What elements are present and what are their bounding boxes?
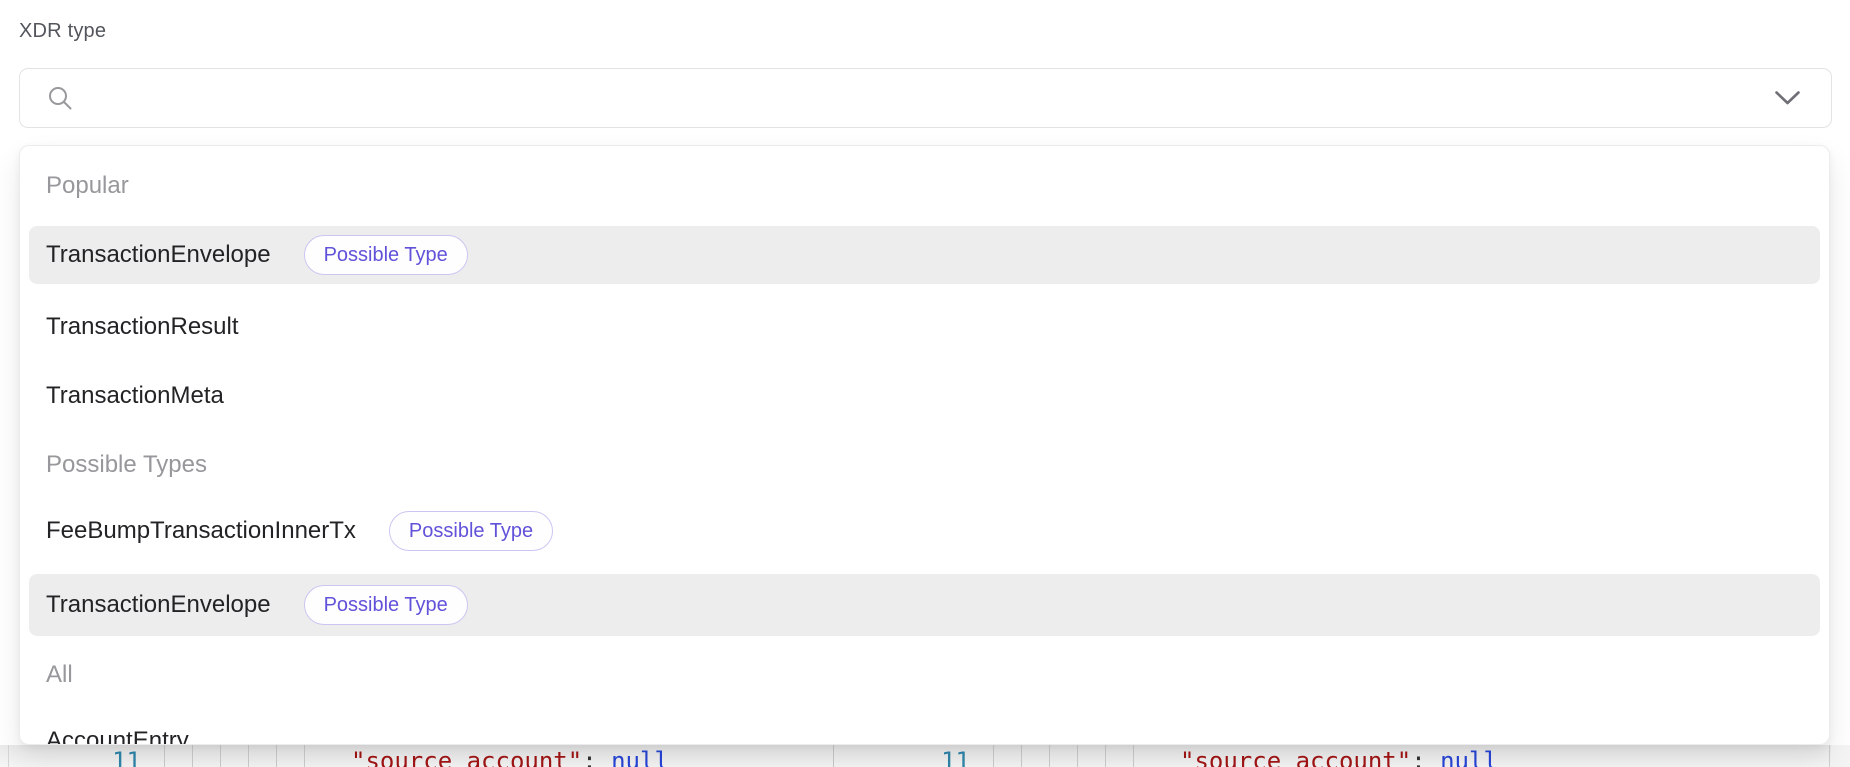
xdr-type-label: XDR type: [19, 20, 106, 43]
line-number: 11: [838, 746, 970, 767]
json-null-value: null: [1426, 747, 1498, 767]
xdr-json-code-strip: 11 "source_account": null 11 "source_acc…: [0, 745, 1850, 767]
section-header-all: All: [46, 660, 73, 690]
possible-type-badge: Possible Type: [304, 235, 468, 275]
option-account-entry[interactable]: AccountEntry: [29, 712, 1820, 745]
indent-guides: [164, 745, 314, 767]
section-header-possible-types: Possible Types: [46, 450, 207, 480]
search-icon: [47, 85, 73, 111]
option-label: TransactionEnvelope: [46, 241, 271, 269]
code-line: "source_account": null: [351, 746, 669, 767]
scrollbar-track[interactable]: [1831, 745, 1850, 767]
option-label: TransactionEnvelope: [46, 591, 271, 619]
option-transaction-result[interactable]: TransactionResult: [29, 298, 1820, 356]
json-pane-left: 11 "source_account": null: [8, 745, 833, 767]
option-transaction-meta[interactable]: TransactionMeta: [29, 367, 1820, 425]
option-transaction-envelope-2[interactable]: TransactionEnvelope Possible Type: [29, 574, 1820, 636]
section-header-popular: Popular: [46, 171, 129, 201]
option-label: FeeBumpTransactionInnerTx: [46, 517, 356, 545]
possible-type-badge: Possible Type: [389, 511, 553, 551]
json-pane-right: 11 "source_account": null: [838, 745, 1830, 767]
option-label: TransactionMeta: [46, 382, 224, 410]
pane-divider: [833, 745, 834, 767]
xdr-type-combobox[interactable]: [19, 68, 1832, 128]
xdr-type-picker-screen: 11 "source_account": null 11 "source_acc…: [0, 0, 1850, 767]
code-line: "source_account": null: [1180, 746, 1498, 767]
xdr-type-dropdown: Popular TransactionEnvelope Possible Typ…: [19, 145, 1830, 745]
indent-guides: [993, 745, 1143, 767]
possible-type-badge: Possible Type: [304, 585, 468, 625]
option-label: TransactionResult: [46, 313, 239, 341]
option-feebump-transaction-innertx[interactable]: FeeBumpTransactionInnerTx Possible Type: [29, 502, 1820, 560]
chevron-down-icon[interactable]: [1774, 90, 1801, 106]
json-key: "source_account": [1180, 747, 1411, 767]
json-colon: :: [1411, 747, 1425, 767]
line-number: 11: [9, 746, 141, 767]
json-null-value: null: [597, 747, 669, 767]
xdr-type-search-input[interactable]: [73, 69, 1774, 127]
json-colon: :: [582, 747, 596, 767]
json-key: "source_account": [351, 747, 582, 767]
option-transaction-envelope[interactable]: TransactionEnvelope Possible Type: [29, 226, 1820, 284]
option-label: AccountEntry: [46, 727, 189, 745]
